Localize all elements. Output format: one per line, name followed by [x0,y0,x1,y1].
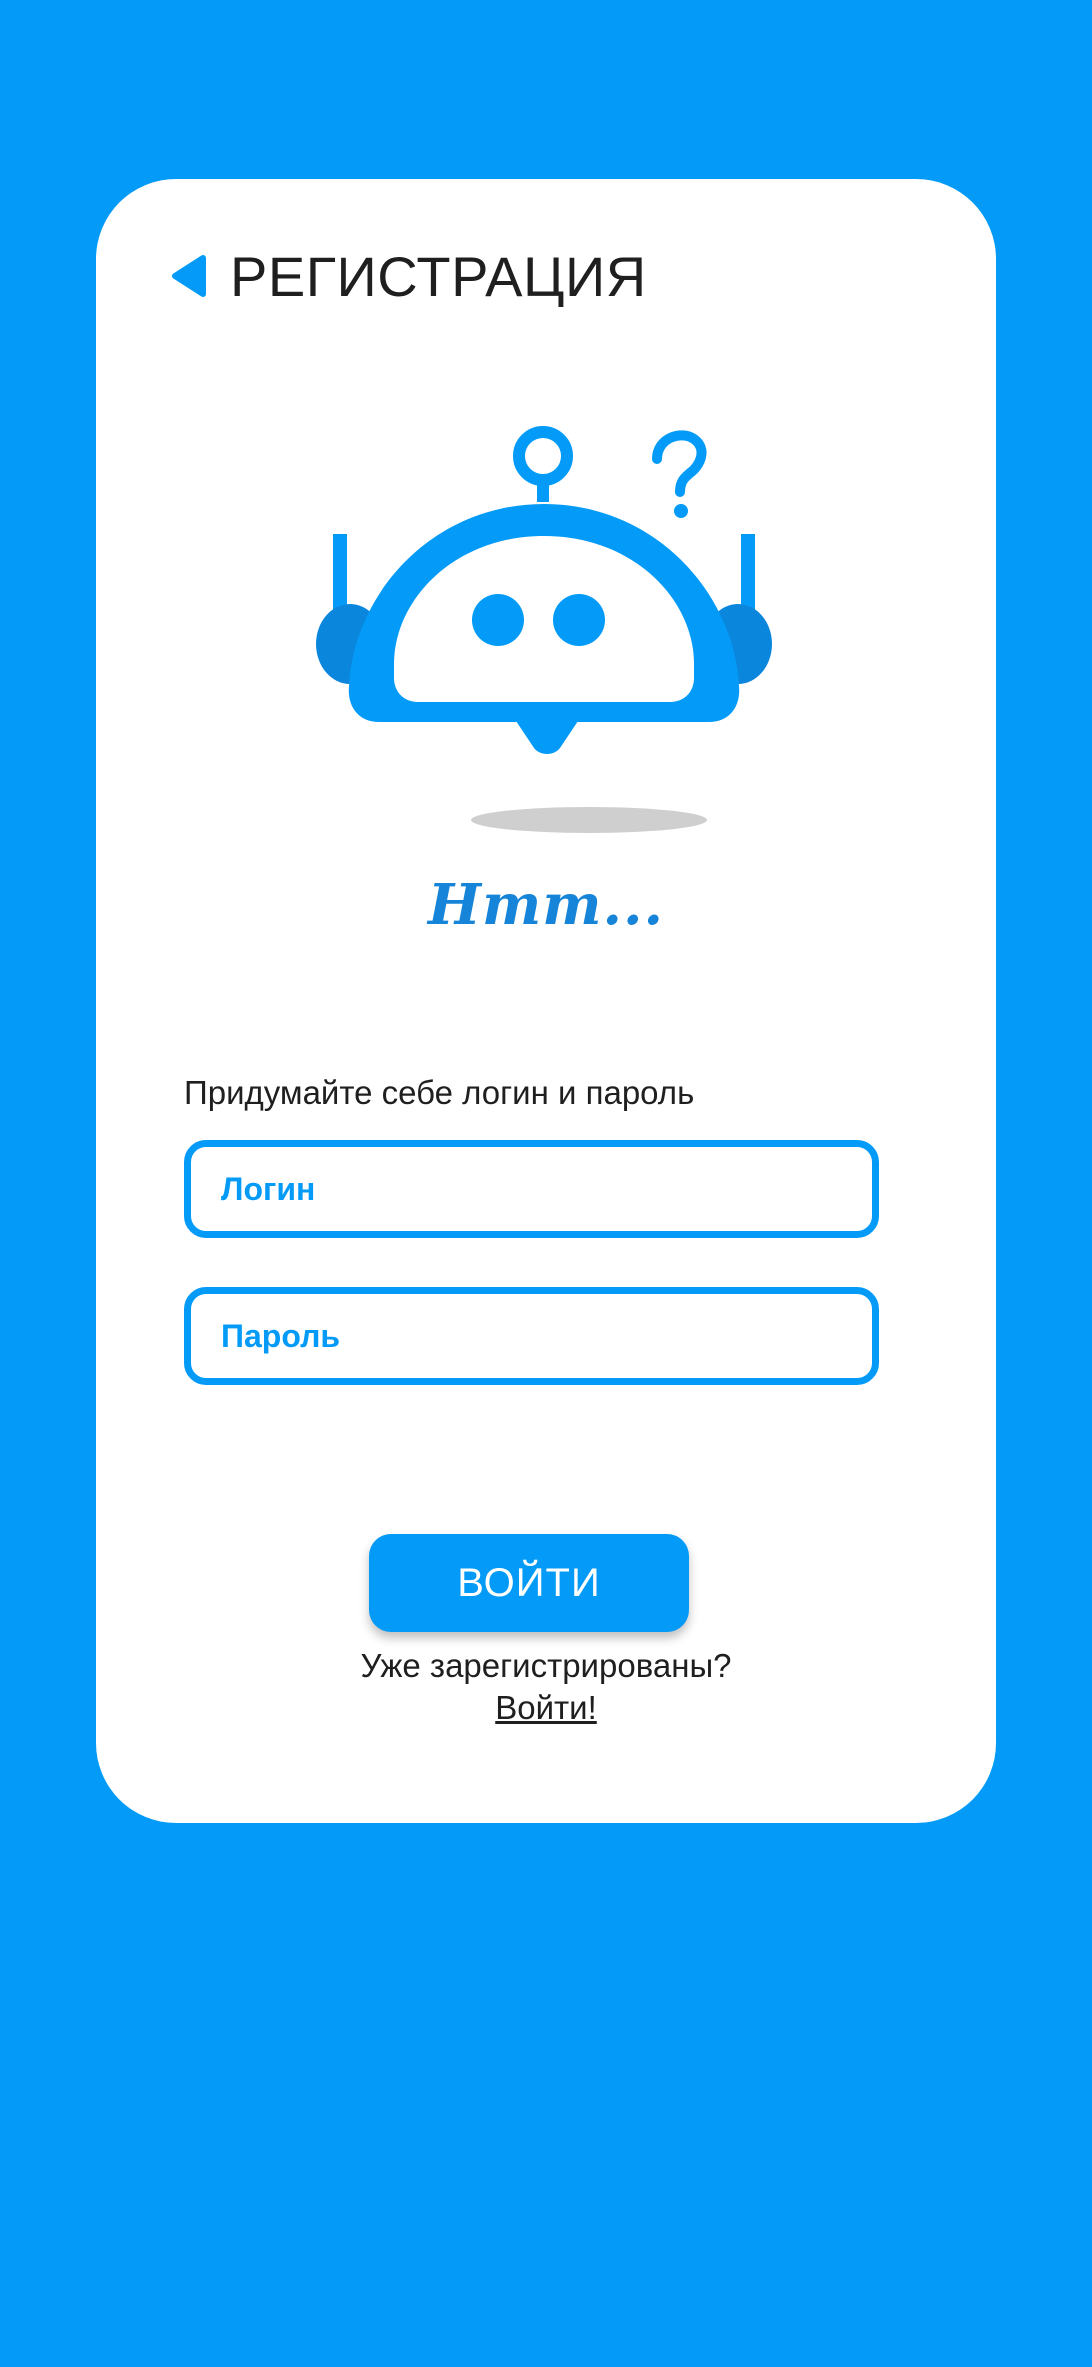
password-field[interactable]: Пароль [184,1287,879,1385]
registration-card: РЕГИСТРАЦИЯ Hmm... Придумайте себе логин… [96,179,996,1823]
login-placeholder: Логин [221,1170,316,1207]
header: РЕГИСТРАЦИЯ [168,241,647,311]
page-title: РЕГИСТРАЦИЯ [230,244,647,308]
login-link[interactable]: Войти! [495,1689,597,1726]
login-field[interactable]: Логин [184,1140,879,1238]
back-triangle-icon [172,255,206,297]
submit-button[interactable]: ВОЙТИ [369,1534,689,1632]
already-registered-text: Уже зарегистрированы? [360,1647,732,1684]
hmm-caption: Hmm... [428,872,664,938]
robot-question-icon [316,426,772,833]
back-button[interactable] [168,252,208,300]
password-placeholder: Пароль [221,1317,341,1354]
form-prompt: Придумайте себе логин и пароль [184,1074,695,1111]
login-link-container: Войти! [96,1689,996,1727]
